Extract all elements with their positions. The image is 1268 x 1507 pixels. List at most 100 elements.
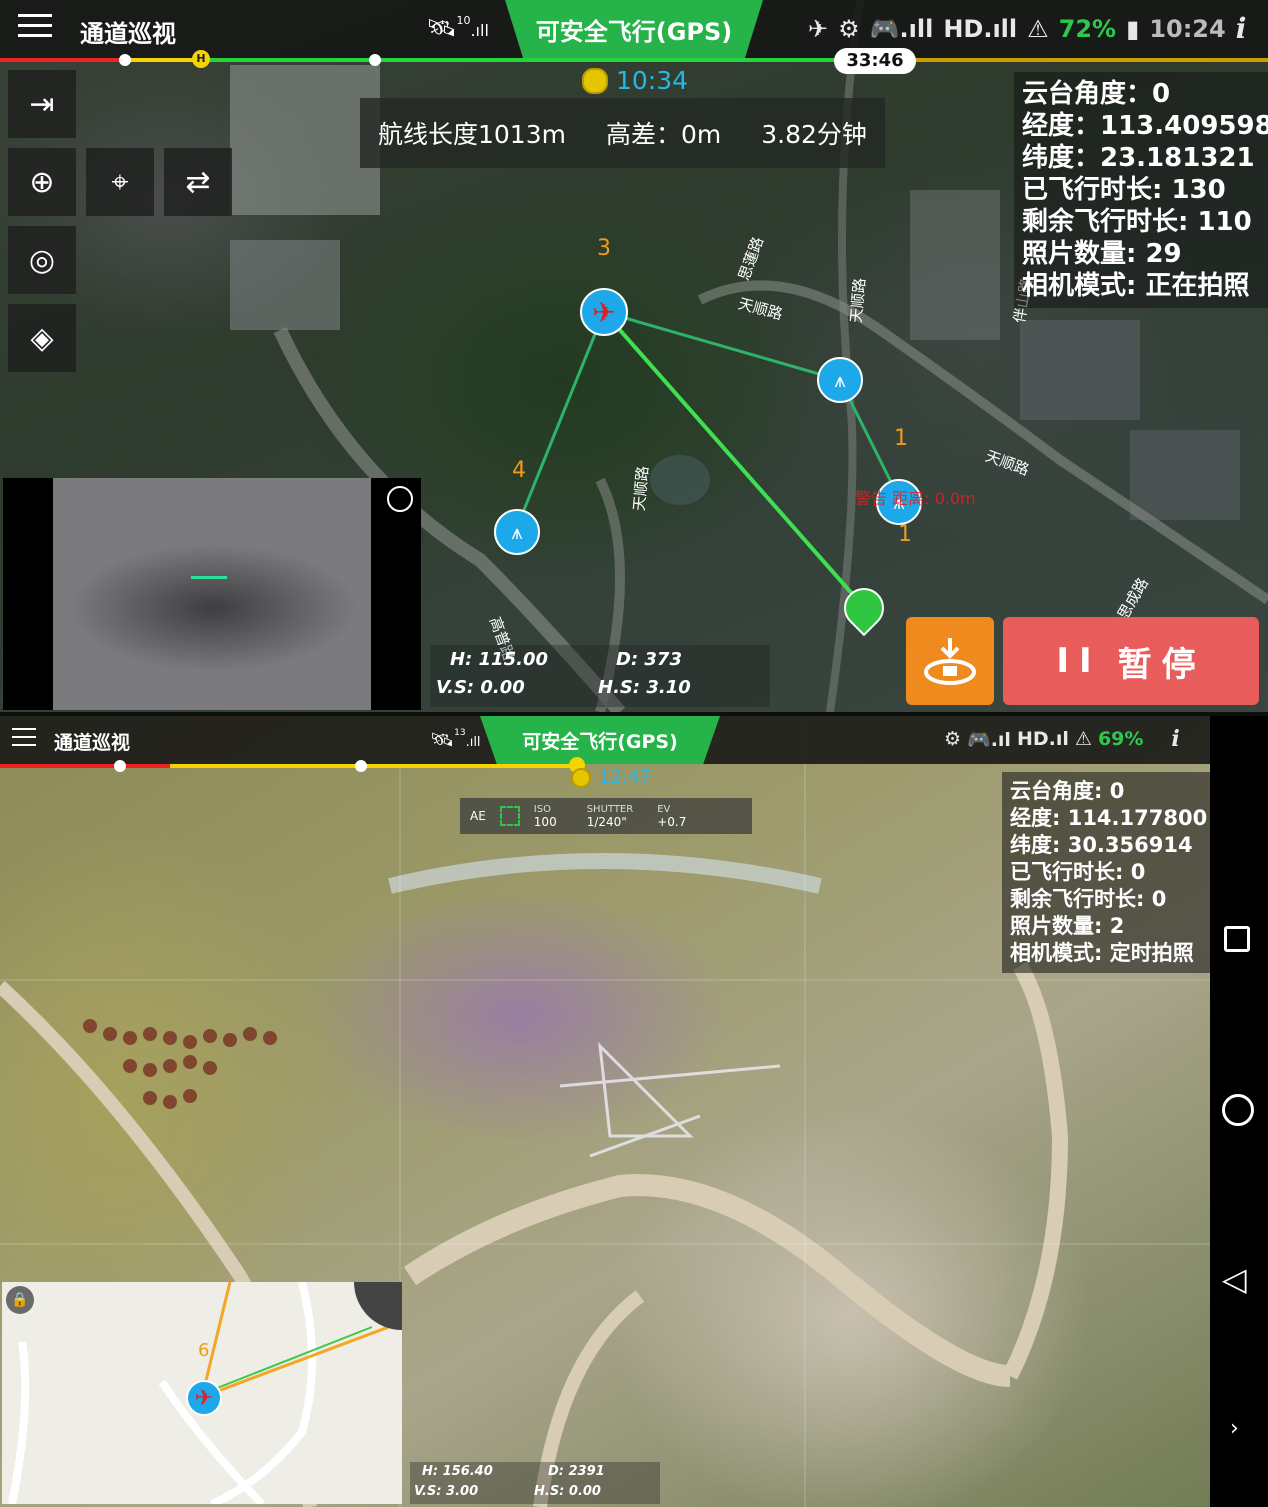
return-home-button[interactable] [906, 617, 994, 705]
menu-icon[interactable] [12, 728, 36, 753]
photo-count: 照片数量: 2 [1010, 914, 1125, 938]
flight-info-panel: 云台角度: 0 经度: 114.177800 纬度: 30.356914 已飞行… [1002, 772, 1214, 973]
takeoff-icon[interactable]: ✈ [808, 15, 828, 43]
remaining-time: 剩余飞行时长: 110 [1022, 207, 1252, 237]
longitude: 经度：113.409598 [1022, 111, 1268, 141]
flight-time: 已飞行时长: 130 [1022, 175, 1226, 205]
tower-waypoint-icon[interactable]: ⩚ [817, 357, 863, 403]
menu-icon[interactable] [18, 14, 52, 44]
app-title: 通道巡视 [54, 732, 131, 754]
flight-time: 已飞行时长: 0 [1010, 860, 1146, 884]
gps-status-tab[interactable]: 可安全飞行(GPS) [505, 0, 763, 58]
landing-icon [924, 638, 976, 685]
remote-controller-icon: 🎮.ıll [869, 14, 934, 43]
tower-waypoint-icon[interactable]: ⩚ [494, 509, 540, 555]
info-icon[interactable]: i [1236, 12, 1247, 45]
exit-button[interactable]: ⇥ [8, 70, 76, 138]
home-button[interactable] [1222, 1094, 1254, 1126]
latitude: 纬度: 30.356914 [1010, 833, 1193, 857]
satellite-count: 13 [454, 728, 466, 738]
clock-icon [582, 67, 608, 94]
expand-arrow-icon[interactable]: › [1230, 1416, 1239, 1441]
latitude: 纬度：23.181321 [1022, 143, 1255, 173]
distance: D: 2391 [548, 1464, 605, 1479]
status-icons: ⚙ 🎮.ıl HD.ıl ⚠ 69% i [944, 726, 1180, 752]
status-bar: 通道巡视 🛰13.ıll 可安全飞行(GPS) ⚙ 🎮.ıl HD.ıl ⚠ 6… [0, 716, 1210, 764]
top-screenshot: 思蓮路 天顺路 天顺路 天顺路 伴山路 高普路 天顺路 思成路 通道巡视 🛰10… [0, 0, 1268, 712]
camera-settings-bar[interactable]: AE ISO 100 SHUTTER 1/240" EV +0.7 [460, 798, 752, 834]
drone-position-icon[interactable]: ✈ [186, 1380, 222, 1416]
home-marker: H [192, 50, 210, 68]
route-clock: 10:34 [582, 66, 688, 95]
telemetry-panel: H: 115.00 D: 373 V.S: 0.00 H.S: 3.10 [430, 645, 770, 707]
reverse-route-button[interactable]: ⇄ [164, 148, 232, 216]
gimbal-angle: 云台角度: 0 [1010, 779, 1125, 803]
route-length: 航线长度1013m [378, 120, 566, 149]
flight-progress-bar: H [0, 50, 1268, 68]
drone-battery-icon: ⚠ [1074, 728, 1092, 750]
recents-button[interactable] [1224, 926, 1250, 952]
clock-icon [571, 767, 591, 788]
gps-status-label: 可安全飞行(GPS) [522, 730, 678, 753]
remote-controller-icon: 🎮.ıl [967, 728, 1011, 751]
iso-setting: ISO 100 [533, 803, 557, 829]
mini-map[interactable]: 🔒 6 ✈ [2, 1282, 402, 1504]
ae-lock[interactable]: AE [470, 809, 486, 823]
horizontal-speed: H.S: 0.00 [534, 1484, 601, 1499]
warning-text: 警告 距离: 0.0m [855, 489, 976, 508]
vertical-speed: V.S: 0.00 [436, 677, 525, 698]
locate-button[interactable]: ◎ [8, 226, 76, 294]
drone-marker-icon [191, 576, 227, 579]
progress-marker [114, 760, 126, 772]
camera-mode: 相机模式: 定时拍照 [1010, 941, 1194, 965]
satellite-icon: 🛰13.ıll [430, 728, 481, 751]
android-nav-bar: ◁ › [1210, 716, 1268, 1507]
back-button[interactable]: ◁ [1222, 1260, 1247, 1298]
layers-button[interactable]: ◈ [8, 304, 76, 372]
progress-marker [355, 760, 367, 772]
route-summary: 航线长度1013m 高差：0m 3.82分钟 [360, 98, 885, 168]
hd-signal: HD.ıl [1016, 728, 1069, 750]
height-diff: 高差：0m [605, 120, 722, 149]
gps-status-tab[interactable]: 可安全飞行(GPS) [480, 716, 720, 764]
crosshair-icon[interactable] [387, 486, 413, 512]
waypoint-number: 6 [198, 1340, 210, 1361]
phone-battery-icon: ▮ [1126, 14, 1140, 43]
hd-signal: HD.ıll [943, 14, 1018, 43]
horizontal-speed: H.S: 3.10 [598, 677, 691, 698]
add-waypoint-button[interactable]: ⊕ [8, 148, 76, 216]
altitude: H: 156.40 [422, 1464, 493, 1479]
satellite-count: 10 [456, 14, 471, 27]
drone-position-icon[interactable]: ✈ [580, 288, 628, 336]
focus-frame-icon[interactable] [499, 806, 520, 826]
route-clock-value: 12:47 [599, 767, 651, 788]
info-icon[interactable]: i [1171, 726, 1179, 752]
waypoint-number: 4 [512, 458, 526, 483]
satellite-icon: 🛰10.ıll [426, 14, 489, 42]
progress-marker [369, 54, 381, 66]
flight-timer: 33:46 [834, 48, 916, 74]
longitude: 经度: 114.177800 [1010, 806, 1208, 830]
flight-info-panel: 云台角度：0 经度：113.409598 纬度：23.181321 已飞行时长:… [1014, 72, 1268, 308]
battery-percent: 72% [1058, 14, 1117, 43]
gear-icon[interactable]: ⚙ [944, 728, 961, 750]
progress-marker [119, 54, 131, 66]
route-clock: 12:47 [571, 767, 651, 788]
altitude: H: 115.00 [450, 649, 548, 670]
pause-button[interactable]: II 暂停 [1003, 617, 1259, 705]
telemetry-panel: H: 156.40 D: 2391 V.S: 3.00 H.S: 0.00 [410, 1462, 660, 1504]
gear-icon[interactable]: ⚙ [838, 15, 860, 43]
vertical-speed: V.S: 3.00 [414, 1484, 479, 1499]
add-tower-button[interactable]: ⌖ [86, 148, 154, 216]
system-clock: 10:24 [1149, 14, 1226, 43]
pause-label: 暂停 [1117, 644, 1206, 685]
drone-battery-icon: ⚠ [1027, 14, 1049, 43]
gimbal-angle: 云台角度：0 [1022, 79, 1171, 109]
camera-preview[interactable] [3, 478, 421, 710]
shutter-setting: SHUTTER 1/240" [586, 803, 634, 829]
photo-count: 照片数量: 29 [1022, 239, 1182, 269]
waypoint-number: 1 [898, 522, 912, 547]
lock-icon[interactable]: 🔒 [6, 1286, 34, 1314]
battery-percent: 69% [1097, 728, 1144, 750]
pause-icon: II [1056, 641, 1102, 681]
